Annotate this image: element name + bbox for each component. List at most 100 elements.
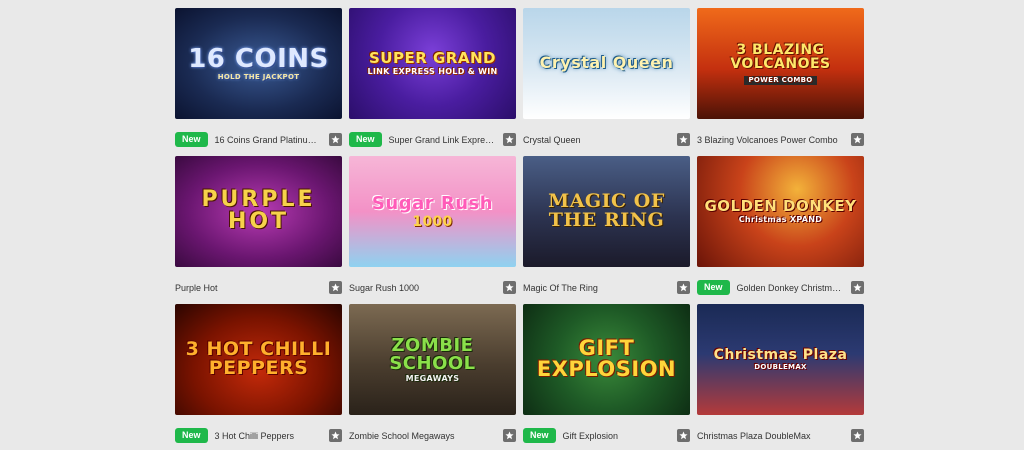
game-logo-text: GOLDEN DONKEY (704, 197, 857, 215)
game-thumbnail[interactable]: Christmas Plaza DOUBLEMAX (697, 304, 864, 415)
game-card[interactable]: 3 BLAZING VOLCANOES POWER COMBO 3 Blazing … (697, 8, 864, 156)
game-logo: GOLDEN DONKEY Christmas XPAND (698, 199, 862, 224)
bookmark-icon[interactable] (503, 429, 516, 442)
game-logo-subtext: DOUBLEMAX (754, 363, 807, 371)
star-icon (679, 135, 688, 144)
new-badge: New (175, 132, 208, 147)
game-title[interactable]: Magic Of The Ring (523, 283, 671, 293)
game-meta-row: New Golden Donkey Christmas ... (697, 267, 864, 304)
bookmark-icon[interactable] (329, 429, 342, 442)
bookmark-icon[interactable] (329, 281, 342, 294)
game-meta-row: New 16 Coins Grand Platinum E... (175, 119, 342, 156)
game-thumbnail[interactable]: MAGIC OF THE RING (523, 156, 690, 267)
game-meta-row: Crystal Queen (523, 119, 690, 156)
new-badge: New (175, 428, 208, 443)
game-thumbnail[interactable]: 16 COINS HOLD THE JACKPOT (175, 8, 342, 119)
game-logo: 3 BLAZING VOLCANOES POWER COMBO (697, 43, 864, 85)
game-title[interactable]: Crystal Queen (523, 135, 671, 145)
star-icon (505, 135, 514, 144)
game-logo-text: PURPLE HOT (201, 186, 316, 234)
game-thumbnail[interactable]: SUPER GRAND LINK EXPRESS HOLD & WIN (349, 8, 516, 119)
game-title[interactable]: Super Grand Link Express: ... (389, 135, 497, 145)
bookmark-icon[interactable] (851, 429, 864, 442)
bookmark-icon[interactable] (503, 133, 516, 146)
bookmark-icon[interactable] (851, 133, 864, 146)
game-card[interactable]: Crystal Queen Crystal Queen (523, 8, 690, 156)
game-logo: GIFT EXPLOSION (523, 337, 690, 382)
game-card[interactable]: Christmas Plaza DOUBLEMAX Christmas Plaza … (697, 304, 864, 450)
game-title[interactable]: Gift Explosion (563, 431, 671, 441)
game-grid: 16 COINS HOLD THE JACKPOT New 16 Coins Gran… (175, 8, 865, 450)
game-card[interactable]: ZOMBIE SCHOOL MEGAWAYS Zombie School Megaw… (349, 304, 516, 450)
game-logo-text: ZOMBIE SCHOOL (389, 334, 476, 374)
bookmark-icon[interactable] (677, 133, 690, 146)
game-title[interactable]: 16 Coins Grand Platinum E... (215, 135, 323, 145)
new-badge: New (523, 428, 556, 443)
star-icon (679, 283, 688, 292)
game-title[interactable]: 3 Hot Chilli Peppers (215, 431, 323, 441)
game-meta-row: Magic Of The Ring (523, 267, 690, 304)
bookmark-icon[interactable] (329, 133, 342, 146)
star-icon (331, 283, 340, 292)
game-thumbnail[interactable]: Sugar Rush 1000 (349, 156, 516, 267)
game-title[interactable]: Zombie School Megaways (349, 431, 497, 441)
game-thumbnail[interactable]: 3 HOT CHILLI PEPPERS (175, 304, 342, 415)
game-thumbnail[interactable]: 3 BLAZING VOLCANOES POWER COMBO (697, 8, 864, 119)
game-logo: Christmas Plaza DOUBLEMAX (708, 348, 854, 371)
bookmark-icon[interactable] (503, 281, 516, 294)
game-thumbnail[interactable]: ZOMBIE SCHOOL MEGAWAYS (349, 304, 516, 415)
bookmark-icon[interactable] (677, 429, 690, 442)
game-logo-subtext: HOLD THE JACKPOT (217, 73, 300, 81)
star-icon (331, 431, 340, 440)
game-title[interactable]: 3 Blazing Volcanoes Power Combo (697, 135, 845, 145)
game-logo-subtext: LINK EXPRESS HOLD & WIN (367, 67, 498, 76)
star-icon (505, 283, 514, 292)
game-card[interactable]: SUPER GRAND LINK EXPRESS HOLD & WIN New Sup… (349, 8, 516, 156)
game-logo: ZOMBIE SCHOOL MEGAWAYS (349, 334, 516, 383)
game-title[interactable]: Purple Hot (175, 283, 323, 293)
game-logo-text: MAGIC OF THE RING (548, 189, 665, 231)
game-logo-text: 16 COINS (188, 44, 329, 74)
game-title[interactable]: Sugar Rush 1000 (349, 283, 497, 293)
star-icon (853, 431, 862, 440)
game-logo: PURPLE HOT (175, 186, 342, 235)
game-logo: MAGIC OF THE RING (523, 189, 690, 232)
game-card[interactable]: PURPLE HOT Purple Hot (175, 156, 342, 304)
game-meta-row: New Super Grand Link Express: ... (349, 119, 516, 156)
game-card[interactable]: GIFT EXPLOSION New Gift Explosion (523, 304, 690, 450)
game-meta-row: Zombie School Megaways (349, 415, 516, 450)
bookmark-icon[interactable] (677, 281, 690, 294)
game-card[interactable]: Sugar Rush 1000 Sugar Rush 1000 (349, 156, 516, 304)
game-logo: 3 HOT CHILLI PEPPERS (175, 337, 342, 380)
star-icon (853, 135, 862, 144)
game-card[interactable]: GOLDEN DONKEY Christmas XPAND New Golden Do… (697, 156, 864, 304)
game-logo-subtext: Christmas XPAND (738, 215, 823, 224)
game-meta-row: New 3 Hot Chilli Peppers (175, 415, 342, 450)
game-logo-text: SUPER GRAND (369, 49, 496, 67)
star-icon (679, 431, 688, 440)
new-badge: New (697, 280, 730, 295)
game-meta-row: Sugar Rush 1000 (349, 267, 516, 304)
game-thumbnail[interactable]: GOLDEN DONKEY Christmas XPAND (697, 156, 864, 267)
game-title[interactable]: Golden Donkey Christmas ... (737, 283, 845, 293)
game-card[interactable]: MAGIC OF THE RING Magic Of The Ring (523, 156, 690, 304)
game-card[interactable]: 16 COINS HOLD THE JACKPOT New 16 Coins Gran… (175, 8, 342, 156)
game-logo-text: Christmas Plaza (713, 347, 848, 363)
game-logo: SUPER GRAND LINK EXPRESS HOLD & WIN (361, 51, 503, 76)
game-meta-row: New Gift Explosion (523, 415, 690, 450)
game-meta-row: Purple Hot (175, 267, 342, 304)
game-meta-row: 3 Blazing Volcanoes Power Combo (697, 119, 864, 156)
game-thumbnail[interactable]: GIFT EXPLOSION (523, 304, 690, 415)
game-thumbnail[interactable]: PURPLE HOT (175, 156, 342, 267)
star-icon (331, 135, 340, 144)
game-logo-text: 3 HOT CHILLI PEPPERS (185, 337, 332, 379)
game-logo-text: Sugar Rush (371, 192, 494, 214)
game-logo-text: 3 BLAZING VOLCANOES (730, 41, 831, 72)
game-card[interactable]: 3 HOT CHILLI PEPPERS New 3 Hot Chilli Pepp… (175, 304, 342, 450)
game-title[interactable]: Christmas Plaza DoubleMax (697, 431, 845, 441)
bookmark-icon[interactable] (851, 281, 864, 294)
game-thumbnail[interactable]: Crystal Queen (523, 8, 690, 119)
game-meta-row: Christmas Plaza DoubleMax (697, 415, 864, 450)
game-logo: Sugar Rush 1000 (366, 192, 499, 230)
game-logo-subtext: 1000 (412, 213, 453, 230)
